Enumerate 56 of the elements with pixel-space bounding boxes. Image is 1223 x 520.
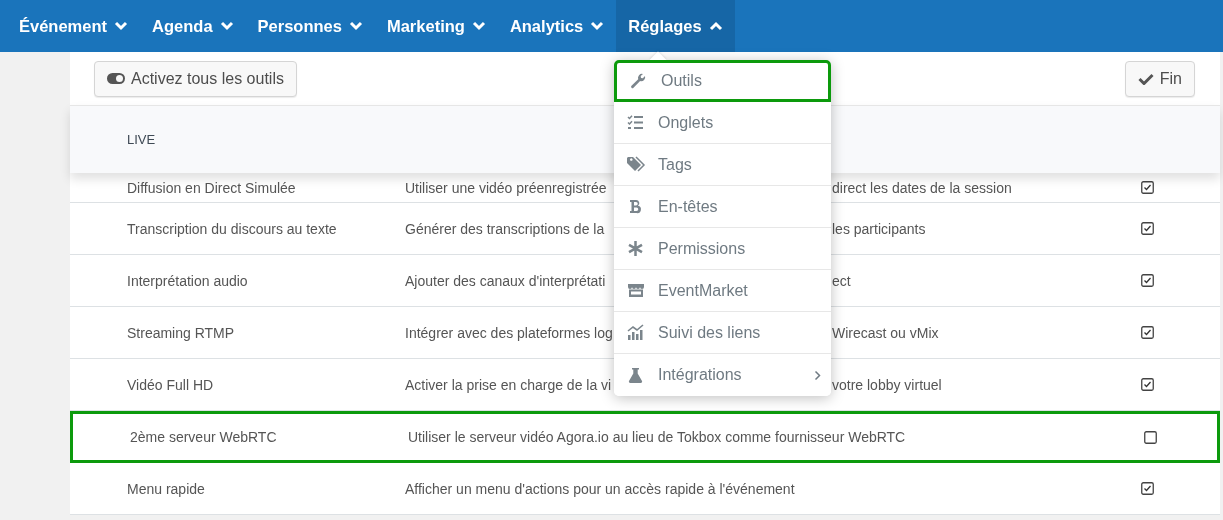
settings-menu-item[interactable]: EventMarket — [614, 270, 831, 312]
tool-description: Générer des transcriptions de la — [405, 220, 605, 237]
settings-menu-item[interactable]: Suivi des liens — [614, 312, 831, 354]
chevron-down-icon — [114, 21, 129, 31]
check-icon — [1137, 72, 1154, 85]
tool-description: Wirecast ou vMix — [832, 324, 939, 341]
tool-name: Transcription du discours au texte — [126, 220, 338, 237]
store-icon — [626, 282, 646, 299]
tool-name: Vidéo Full HD — [126, 376, 215, 393]
tag-icon — [626, 156, 646, 173]
nav-menu-item[interactable]: Réglages — [616, 0, 735, 52]
chevron-down-icon — [219, 21, 234, 31]
tool-description: Intégrer avec des plateformes log — [405, 324, 613, 341]
checkbox[interactable] — [1141, 378, 1154, 391]
checkbox[interactable] — [1141, 482, 1154, 495]
settings-menu-item[interactable]: Permissions — [614, 228, 831, 270]
checkbox[interactable] — [1141, 326, 1154, 339]
settings-menu-item[interactable]: En-têtes — [614, 186, 831, 228]
activate-all-tools-button[interactable]: Activez tous les outils — [94, 60, 297, 97]
tool-name: 2ème serveur WebRTC — [129, 429, 278, 445]
tool-description: ect — [832, 272, 851, 289]
tool-description: Afficher un menu d'actions pour un accès rapide à l'événement — [405, 480, 795, 497]
tool-description: direct les dates de la session — [832, 179, 1012, 196]
tool-name: Diffusion en Direct Simulée — [126, 179, 297, 196]
chart-icon — [626, 324, 646, 341]
tool-description: Utiliser une vidéo préenregistrée — [405, 179, 607, 196]
nav-menu-item[interactable]: Événement — [7, 0, 141, 52]
tool-description: Utiliser le serveur vidéo Agora.io au lieu de Tokbox comme fournisseur WebRTC — [408, 429, 906, 445]
tool-description: les participants — [832, 220, 926, 237]
chevron-down-icon — [590, 21, 605, 31]
section-title: LIVE — [127, 132, 156, 147]
chevron-down-icon — [471, 21, 486, 31]
tool-description: Ajouter des canaux d'interprétati — [405, 272, 606, 289]
nav-menu-item[interactable]: Analytics — [497, 0, 617, 52]
settings-menu-item[interactable]: Outils — [614, 60, 831, 102]
settings-menu-item[interactable]: Tags — [614, 144, 831, 186]
tool-description: Activer la prise en charge de la vi — [405, 376, 612, 393]
done-button[interactable]: Fin — [1124, 60, 1195, 97]
chevron-up-icon — [708, 21, 723, 31]
chevron-down-icon — [348, 21, 363, 31]
checkbox[interactable] — [1141, 181, 1154, 194]
nav-menu-item[interactable]: Marketing — [374, 0, 498, 52]
tool-name: Menu rapide — [126, 480, 206, 497]
nav-menu-item[interactable]: Agenda — [140, 0, 246, 52]
tool-description: votre lobby virtuel — [832, 376, 942, 393]
checkbox[interactable] — [1144, 430, 1157, 444]
checkbox[interactable] — [1141, 274, 1154, 287]
settings-menu-item[interactable]: Intégrations — [614, 354, 831, 396]
toggle-icon — [107, 73, 125, 84]
checklist-icon — [626, 114, 646, 131]
tool-name: Streaming RTMP — [126, 324, 236, 341]
checkbox[interactable] — [1141, 222, 1154, 235]
tool-name: Interprétation audio — [126, 272, 249, 289]
nav-menu-item[interactable]: Personnes — [245, 0, 375, 52]
settings-menu-item[interactable]: Onglets — [614, 102, 831, 144]
chevron-right-icon — [814, 369, 821, 381]
